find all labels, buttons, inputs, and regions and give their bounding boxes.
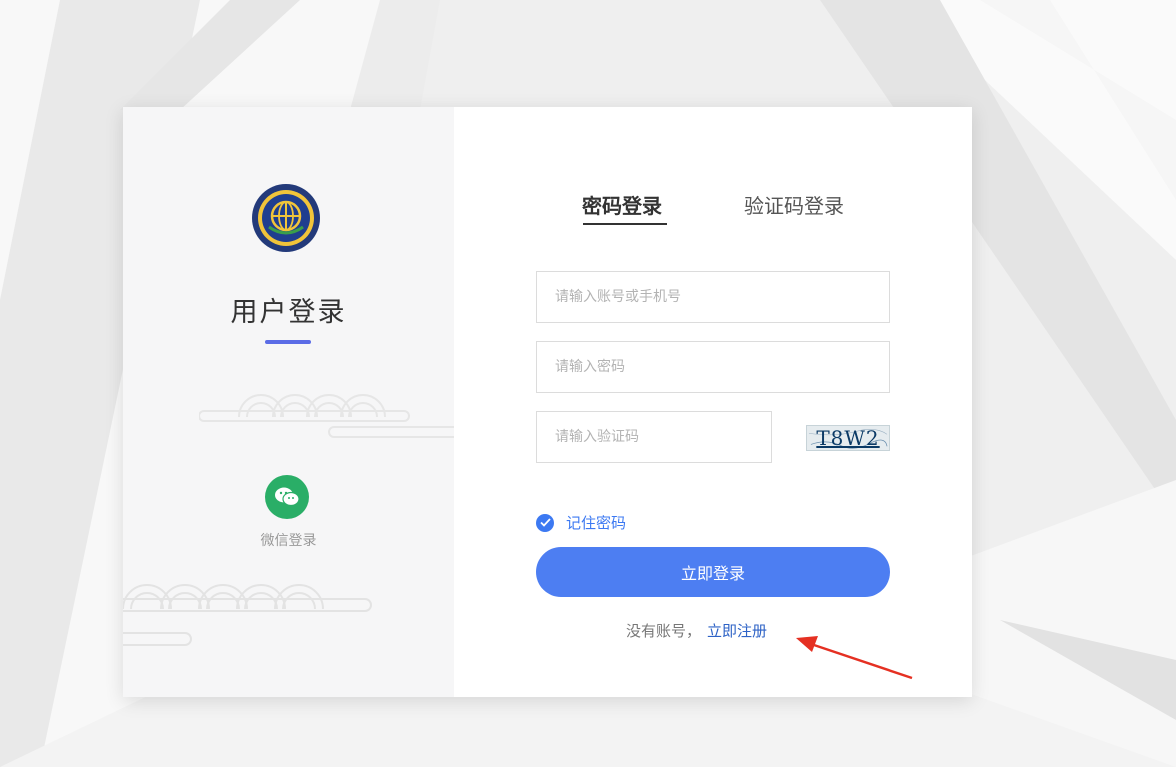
wechat-login-button[interactable]: [265, 475, 309, 519]
wechat-icon: [275, 487, 300, 507]
check-icon: [536, 513, 554, 532]
left-panel-title: 用户登录: [230, 297, 347, 328]
login-card: 用户登录 微信登录 密码登录 验证码登录 请输入账号或手机号 请输入验证码 T8…: [123, 107, 972, 697]
remember-password-checkbox[interactable]: 记住密码: [536, 512, 626, 533]
login-button[interactable]: 立即登录: [536, 547, 890, 597]
captcha-image[interactable]: T8W2: [806, 425, 890, 451]
active-tab-underline: [583, 223, 667, 225]
register-row: 没有账号， 立即注册: [626, 620, 767, 641]
tab-password-login[interactable]: 密码登录: [582, 190, 662, 219]
password-input[interactable]: [536, 341, 890, 393]
remember-password-label: 记住密码: [566, 514, 627, 532]
tab-code-login[interactable]: 验证码登录: [744, 190, 844, 219]
register-prompt: 没有账号，: [626, 622, 702, 640]
captcha-input[interactable]: [536, 411, 772, 463]
title-underline: [265, 340, 311, 344]
captcha-text: T8W2: [816, 426, 880, 450]
cloud-decoration-top: [199, 375, 454, 445]
left-panel: 用户登录 微信登录: [123, 107, 454, 697]
wechat-login-label[interactable]: 微信登录: [123, 530, 454, 550]
cloud-decoration-bottom: [123, 559, 383, 659]
register-link[interactable]: 立即注册: [707, 622, 767, 640]
right-panel: 密码登录 验证码登录 T8W2 记住密码 立即登录 没有账号， 立即注册: [454, 107, 972, 697]
emblem-logo: [251, 183, 321, 253]
account-input[interactable]: [536, 271, 890, 323]
